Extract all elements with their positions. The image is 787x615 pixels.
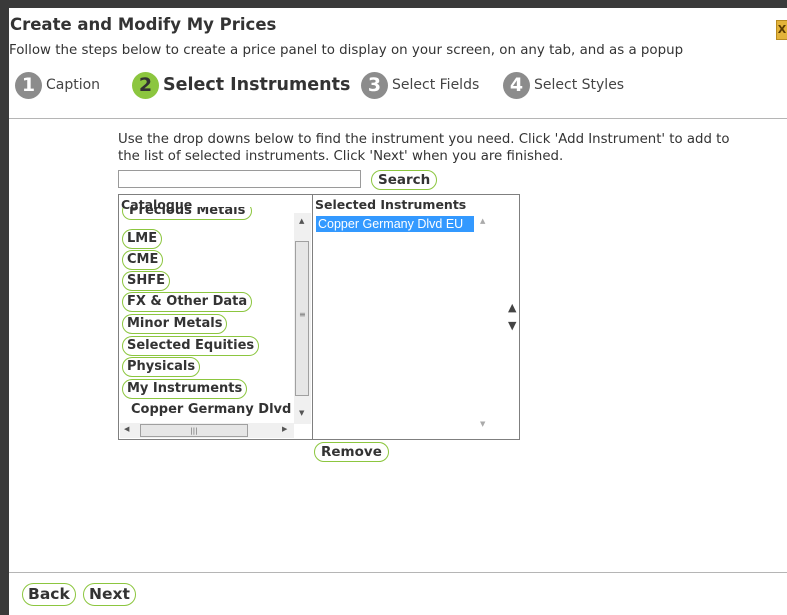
move-up-icon[interactable]: ▲ <box>508 301 516 314</box>
dialog-title: Create and Modify My Prices <box>10 15 277 34</box>
background-page-edge <box>0 0 9 615</box>
scroll-left-icon[interactable]: ◀ <box>124 425 129 433</box>
step-label: Caption <box>46 77 101 93</box>
catalogue-header: Catalogue <box>121 197 193 212</box>
catalogue-vertical-scrollbar[interactable]: ▲ ≡ ▼ <box>294 213 311 424</box>
catalogue-item-selected-equities[interactable]: Selected Equities <box>122 336 260 356</box>
scroll-up-icon[interactable]: ▲ <box>480 217 485 225</box>
scroll-thumb[interactable]: ≡ <box>295 241 309 396</box>
scroll-down-icon[interactable]: ▼ <box>299 409 304 417</box>
selected-header: Selected Instruments <box>315 197 467 212</box>
step-select-styles[interactable]: 4 Select Styles <box>503 68 624 102</box>
next-button[interactable]: Next <box>83 583 136 606</box>
catalogue-item-shfe[interactable]: SHFE <box>122 271 171 291</box>
step-number-icon: 1 <box>15 71 42 99</box>
catalogue-item-minor-metals[interactable]: Minor Metals <box>122 314 228 334</box>
catalogue-item-lme[interactable]: LME <box>122 229 163 249</box>
dialog-subtitle: Follow the steps below to create a price… <box>9 43 684 58</box>
step-number-icon: 2 <box>132 71 159 99</box>
catalogue-item-cme[interactable]: CME <box>122 250 164 270</box>
scroll-thumb-horizontal[interactable]: ||| <box>140 424 248 437</box>
divider-top <box>9 118 787 119</box>
step-select-fields[interactable]: 3 Select Fields <box>361 68 479 102</box>
catalogue-item-fx-other-data[interactable]: FX & Other Data <box>122 292 253 312</box>
catalogue-item-my-instruments[interactable]: My Instruments <box>122 379 248 399</box>
scroll-up-icon[interactable]: ▲ <box>299 217 304 225</box>
back-button[interactable]: Back <box>22 583 76 606</box>
instructions-text: Use the drop downs below to find the ins… <box>118 132 730 164</box>
remove-button[interactable]: Remove <box>314 442 389 462</box>
scroll-right-icon[interactable]: ▶ <box>282 425 287 433</box>
catalogue-item-physicals[interactable]: Physicals <box>122 357 201 377</box>
selected-instrument-item[interactable]: Copper Germany Dlvd EU <box>316 216 474 232</box>
step-caption[interactable]: 1 Caption <box>15 68 100 102</box>
grip-icon: ≡ <box>299 310 306 319</box>
selected-instruments-list[interactable]: Selected Instruments Copper Germany Dlvd… <box>312 194 520 440</box>
step-label: Select Fields <box>392 77 480 93</box>
catalogue-horizontal-scrollbar[interactable]: ◀ ||| ▶ <box>120 423 294 438</box>
catalogue-subitem[interactable]: Copper Germany Dlvd <box>131 402 291 417</box>
step-number-icon: 4 <box>503 71 530 99</box>
catalogue-list[interactable]: Precious Metals Catalogue LME CME SHFE F… <box>118 194 313 440</box>
step-number-icon: 3 <box>361 71 388 99</box>
move-down-icon[interactable]: ▼ <box>508 319 516 332</box>
step-select-instruments[interactable]: 2 Select Instruments <box>132 68 350 102</box>
divider-bottom <box>9 572 787 573</box>
close-button[interactable]: X <box>776 20 787 40</box>
step-label: Select Styles <box>534 77 625 93</box>
step-label: Select Instruments <box>163 75 351 95</box>
scroll-down-icon[interactable]: ▼ <box>480 420 485 428</box>
search-button[interactable]: Search <box>371 170 438 190</box>
search-input[interactable] <box>118 170 361 188</box>
selected-vertical-scrollbar[interactable]: ▲ ▼ <box>475 213 492 434</box>
wizard-steps: 1 Caption 2 Select Instruments 3 Select … <box>15 68 775 102</box>
